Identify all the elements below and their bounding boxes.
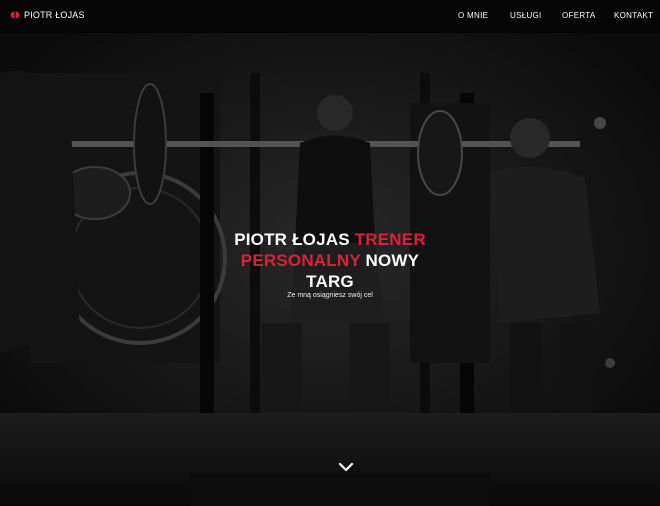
brand-name: PIOTR ŁOJAS	[24, 10, 85, 20]
hero-title: PIOTR ŁOJAS TRENER PERSONALNY NOWY TARG	[225, 229, 435, 292]
nav-link-o-mnie[interactable]: O MNIE	[458, 11, 488, 20]
kettlebell-logo-icon	[10, 11, 20, 19]
nav-link-oferta[interactable]: OFERTA	[562, 11, 596, 20]
brand-link[interactable]: PIOTR ŁOJAS	[10, 10, 85, 20]
hero-subtitle: Ze mną osiągniesz swój cel	[287, 292, 373, 299]
scroll-down-button[interactable]	[337, 460, 355, 474]
hero-section: PIOTR ŁOJAS TRENER PERSONALNY NOWY TARG …	[0, 33, 660, 506]
chevron-down-icon	[338, 462, 354, 472]
navbar: PIOTR ŁOJAS O MNIE USŁUGI OFERTA KONTAKT	[0, 0, 660, 33]
hero-title-name: PIOTR ŁOJAS	[234, 230, 350, 250]
nav-link-kontakt[interactable]: KONTAKT	[614, 11, 653, 20]
nav-link-uslugi[interactable]: USŁUGI	[510, 11, 542, 20]
